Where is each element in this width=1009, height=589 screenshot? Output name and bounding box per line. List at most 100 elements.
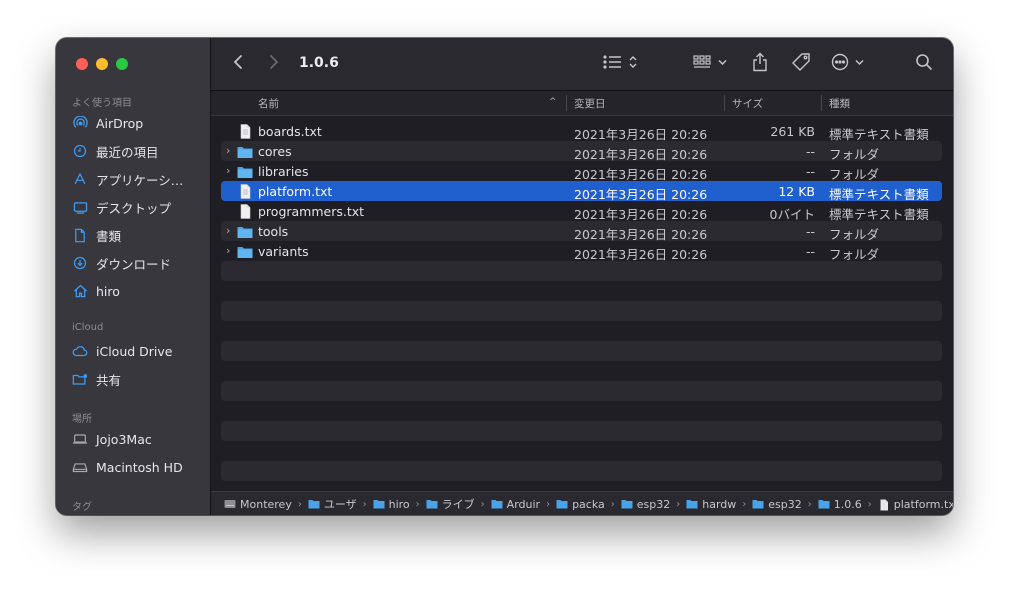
path-separator-icon: ›: [480, 498, 485, 510]
zoom-button[interactable]: [116, 58, 128, 70]
chevron-right-icon: [269, 54, 279, 74]
cloud-icon: [72, 343, 88, 359]
disclosure-triangle-icon[interactable]: ›: [226, 144, 230, 157]
column-name-header[interactable]: 名前: [258, 96, 279, 111]
share-button[interactable]: [747, 50, 773, 78]
column-divider[interactable]: [821, 95, 822, 111]
sidebar-item-airdrop[interactable]: AirDrop: [72, 112, 204, 134]
laptop-icon: [72, 431, 88, 447]
folder-icon: [426, 499, 438, 509]
path-item-label: hardw: [702, 497, 737, 511]
file-row-platform[interactable]: platform.txt 2021年3月26日 20:26 12 KB 標準テキ…: [221, 181, 942, 202]
path-separator-icon: ›: [415, 498, 420, 510]
locations-heading: 場所: [72, 414, 92, 425]
path-item-label: esp32: [768, 497, 802, 511]
sidebar-item-label: 書類: [96, 228, 122, 244]
file-row-programmers[interactable]: programmers.txt 2021年3月26日 20:26 0バイト 標準…: [221, 201, 942, 222]
path-item[interactable]: esp32: [621, 498, 670, 511]
folder-icon: [308, 499, 320, 509]
group-button[interactable]: [691, 50, 731, 78]
chevron-left-icon: [233, 54, 243, 74]
file-name: libraries: [258, 164, 309, 179]
view-options-button[interactable]: [601, 50, 641, 78]
path-item-label: ユーザ: [323, 498, 357, 511]
disclosure-triangle-icon[interactable]: ›: [226, 224, 230, 237]
sidebar-item-recents[interactable]: 最近の項目: [72, 140, 204, 162]
disclosure-triangle-icon[interactable]: ›: [226, 164, 230, 177]
sidebar-item-label: Macintosh HD: [96, 459, 183, 475]
file-name: boards.txt: [258, 124, 322, 139]
file-list[interactable]: boards.txt 2021年3月26日 20:26 261 KB 標準テキス…: [211, 116, 953, 491]
column-kind-header[interactable]: 種類: [829, 96, 850, 111]
column-divider[interactable]: [566, 95, 567, 111]
path-item-label: hiro: [388, 497, 410, 511]
path-item-label: 1.0.6: [833, 497, 862, 511]
text-file-icon: [237, 124, 253, 139]
forward-button[interactable]: [261, 50, 287, 78]
file-name: cores: [258, 144, 292, 159]
back-button[interactable]: [225, 50, 251, 78]
empty-row: [221, 341, 942, 361]
window-title: 1.0.6: [299, 55, 339, 71]
folder-row-libraries[interactable]: › libraries 2021年3月26日 20:26 -- フォルダ: [221, 161, 942, 182]
path-item[interactable]: esp32: [752, 497, 802, 511]
sidebar: よく使う項目 AirDrop 最近の項目 アプリケーシ… デスクトップ 書類 ダ…: [56, 38, 211, 515]
action-menu-button[interactable]: [829, 50, 869, 78]
desktop-icon: [72, 199, 88, 215]
document-icon: [72, 227, 88, 243]
path-item[interactable]: 1.0.6: [818, 498, 862, 511]
folder-icon: [237, 224, 253, 238]
sidebar-item-applications[interactable]: アプリケーシ…: [72, 168, 204, 190]
column-date-header[interactable]: 変更日: [574, 96, 606, 111]
folder-icon: [237, 244, 253, 258]
grid-group-icon: [693, 54, 729, 74]
tags-heading: タグ: [72, 502, 92, 513]
folder-icon: [373, 499, 385, 509]
tag-button[interactable]: [786, 50, 816, 78]
column-size-header[interactable]: サイズ: [732, 96, 763, 111]
sidebar-item-home[interactable]: hiro: [72, 280, 204, 302]
folder-row-variants[interactable]: › variants 2021年3月26日 20:26 -- フォルダ: [221, 241, 942, 262]
sort-ascending-icon[interactable]: ^: [549, 97, 557, 107]
path-item[interactable]: ユーザ: [308, 496, 357, 512]
path-item[interactable]: platform.txt: [878, 498, 953, 511]
file-size: 12 KB: [778, 184, 815, 199]
sidebar-item-label: アプリケーシ…: [96, 172, 184, 188]
disk-icon: [224, 499, 236, 509]
file-row-boards[interactable]: boards.txt 2021年3月26日 20:26 261 KB 標準テキス…: [221, 121, 942, 142]
airdrop-icon: [72, 115, 88, 131]
search-button[interactable]: [911, 50, 937, 78]
path-item-label: platform.txt: [893, 497, 953, 511]
minimize-button[interactable]: [96, 58, 108, 70]
path-item[interactable]: packa: [556, 498, 605, 511]
path-item[interactable]: hardw: [686, 498, 736, 511]
disclosure-triangle-icon[interactable]: ›: [226, 244, 230, 257]
close-button[interactable]: [76, 58, 88, 70]
sidebar-item-shared[interactable]: 共有: [72, 368, 204, 390]
sidebar-item-downloads[interactable]: ダウンロード: [72, 252, 204, 274]
file-name: programmers.txt: [258, 204, 365, 219]
sidebar-item-macintosh-hd[interactable]: Macintosh HD: [72, 456, 204, 478]
path-item[interactable]: hiro: [373, 498, 410, 511]
folder-row-cores[interactable]: › cores 2021年3月26日 20:26 -- フォルダ: [221, 141, 942, 162]
sidebar-item-icloud-drive[interactable]: iCloud Drive: [72, 340, 204, 362]
path-item[interactable]: Arduir: [491, 498, 540, 511]
shared-folder-icon: [72, 371, 88, 387]
column-divider[interactable]: [724, 95, 725, 111]
file-size: --: [805, 224, 815, 239]
file-name: tools: [258, 224, 289, 239]
home-icon: [72, 283, 88, 299]
path-item[interactable]: ライブ: [426, 496, 475, 512]
sidebar-item-label: Jojo3Mac: [96, 431, 152, 447]
clock-icon: [72, 143, 88, 159]
path-separator-icon: ›: [676, 498, 681, 510]
share-icon: [752, 52, 768, 76]
empty-row: [221, 381, 942, 401]
toolbar: 1.0.6: [211, 38, 953, 91]
path-item[interactable]: Monterey: [224, 498, 292, 511]
sidebar-item-documents[interactable]: 書類: [72, 224, 204, 246]
folder-row-tools[interactable]: › tools 2021年3月26日 20:26 -- フォルダ: [221, 221, 942, 242]
sidebar-item-desktop[interactable]: デスクトップ: [72, 196, 204, 218]
file-size: --: [805, 164, 815, 179]
sidebar-item-jojo3mac[interactable]: Jojo3Mac: [72, 428, 204, 450]
